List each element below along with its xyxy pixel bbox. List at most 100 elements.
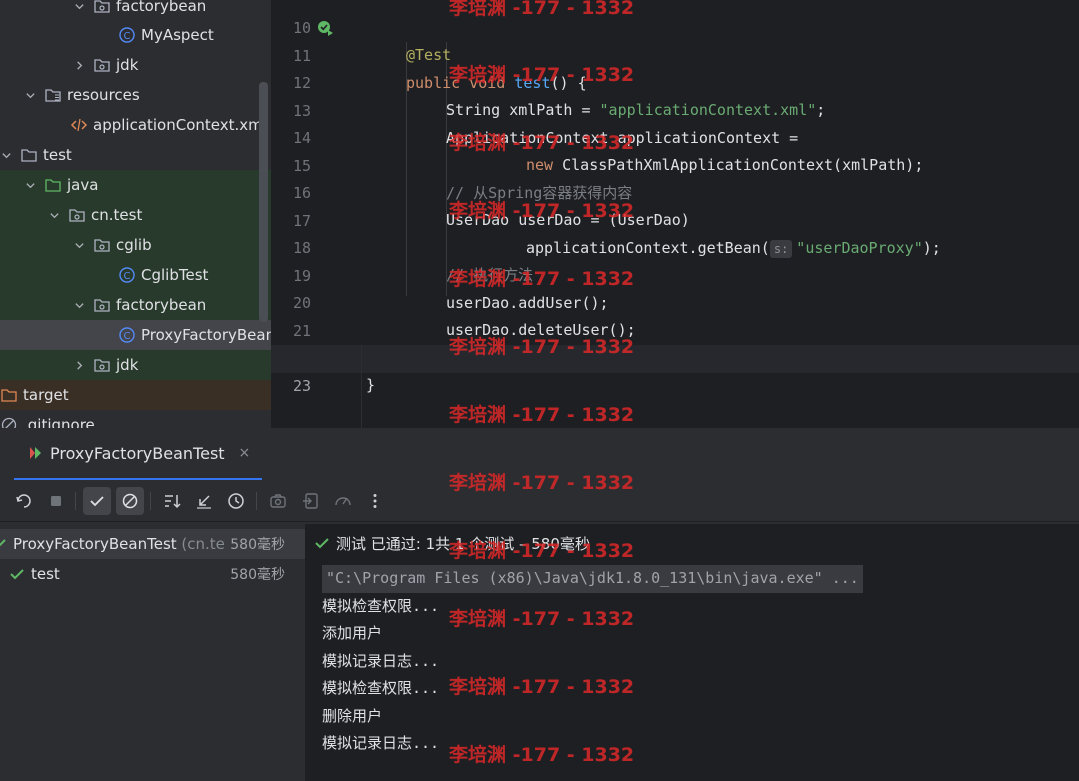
tab-label: ProxyFactoryBeanTest xyxy=(50,443,225,463)
chevron-right-icon[interactable] xyxy=(73,59,85,71)
chevron-down-icon[interactable] xyxy=(73,239,85,251)
console-line: 模拟记录日志... xyxy=(322,734,440,752)
folder-icon xyxy=(0,386,18,404)
tree-scrollbar[interactable] xyxy=(259,82,268,322)
check-icon xyxy=(8,565,26,583)
code-line-13[interactable]: 13 ApplicationContext applicationContext… xyxy=(271,70,1079,148)
test-suite-package: (cn.te xyxy=(181,535,225,553)
chevron-right-icon[interactable] xyxy=(73,359,85,371)
rerun-failed-button[interactable] xyxy=(10,487,38,515)
tree-item-label: cn.test xyxy=(91,206,143,224)
package-folder-icon xyxy=(93,356,111,374)
coverage-gauge-icon[interactable] xyxy=(329,487,357,515)
tree-item-label: cglib xyxy=(116,236,152,254)
tree-item-jdk-test[interactable]: jdk xyxy=(0,350,271,380)
code-line-14[interactable]: 14 new ClassPathXmlApplicationContext(xm… xyxy=(271,97,1079,175)
package-folder-icon xyxy=(93,296,111,314)
show-ignored-toggle[interactable] xyxy=(116,487,144,515)
code-line-16[interactable]: 16 UserDao userDao = (UserDao) xyxy=(271,152,1079,230)
test-suite-row[interactable]: ProxyFactoryBeanTest (cn.te 580毫秒 xyxy=(0,529,305,559)
test-case-row[interactable]: test 580毫秒 xyxy=(0,559,305,589)
test-source-folder-icon xyxy=(44,176,62,194)
xml-file-icon xyxy=(70,116,88,134)
code-token: } xyxy=(366,376,376,394)
sort-icon[interactable] xyxy=(158,487,186,515)
code-line-10[interactable]: 10 @Test xyxy=(271,0,1079,65)
tree-item-cglibtest[interactable]: C CglibTest xyxy=(0,260,271,290)
run-tab-bar: ProxyFactoryBeanTest × xyxy=(0,428,1079,480)
code-line-19[interactable]: 19 userDao.addUser(); xyxy=(271,235,1079,313)
package-folder-icon xyxy=(93,56,111,74)
toolbar-separator xyxy=(256,492,257,510)
test-case-name: test xyxy=(31,565,60,583)
code-line-20[interactable]: 20 userDao.deleteUser(); xyxy=(271,262,1079,340)
tree-item-factorybean-test[interactable]: factorybean xyxy=(0,290,271,320)
console-line: 添加用户 xyxy=(322,624,383,642)
console-line: 模拟记录日志... xyxy=(322,652,440,670)
tree-item-java[interactable]: java xyxy=(0,170,271,200)
check-icon xyxy=(313,534,331,552)
chevron-down-icon[interactable] xyxy=(48,209,60,221)
tree-item-cglib[interactable]: cglib xyxy=(0,230,271,260)
tree-item-label: applicationContext.xml xyxy=(93,116,267,134)
tree-item-myaspect[interactable]: C MyAspect xyxy=(0,20,271,50)
class-icon: C xyxy=(118,26,136,44)
tree-item-label: factorybean xyxy=(116,296,207,314)
test-suite-name: ProxyFactoryBeanTest xyxy=(13,535,177,553)
svg-text:C: C xyxy=(124,31,131,42)
check-icon xyxy=(0,535,8,553)
code-line-22[interactable]: 22 } xyxy=(271,317,1079,395)
chevron-down-icon[interactable] xyxy=(73,0,85,12)
import-tests-icon[interactable] xyxy=(297,487,325,515)
code-editor[interactable]: 10 @Test 11 public void test() { 12 Stri… xyxy=(271,0,1079,428)
test-results-tree: ProxyFactoryBeanTest (cn.te 580毫秒 test 5… xyxy=(0,524,305,781)
run-toolbar xyxy=(0,484,1079,520)
console-output[interactable]: 测试 已通过: 1共 1 个测试 – 580毫秒 "C:\Program Fil… xyxy=(305,524,1079,781)
show-passed-toggle[interactable] xyxy=(83,487,111,515)
tree-item-resources[interactable]: resources xyxy=(0,80,271,110)
code-line-15[interactable]: 15 // 从Spring容器获得内容 xyxy=(271,125,1079,203)
screenshot-icon[interactable] xyxy=(264,487,292,515)
code-line-18[interactable]: 18 // 执行方法 xyxy=(271,207,1079,285)
tree-item-gitignore[interactable]: .gitignore xyxy=(0,410,271,428)
code-line-12[interactable]: 12 String xmlPath = "applicationContext.… xyxy=(271,42,1079,120)
tree-item-label: jdk xyxy=(116,356,139,374)
code-line-17[interactable]: 17 applicationContext.getBean(s: "userDao… xyxy=(271,180,1079,258)
tree-item-label: CglibTest xyxy=(141,266,209,284)
tree-item-label: factorybean xyxy=(116,0,207,15)
tree-item-test-folder[interactable]: test xyxy=(0,140,271,170)
test-run-icon xyxy=(26,444,44,462)
test-case-time: 580毫秒 xyxy=(230,567,285,583)
tree-item-cn-test[interactable]: cn.test xyxy=(0,200,271,230)
gutter-separator xyxy=(361,345,362,428)
code-line-21[interactable]: 21 } xyxy=(271,290,1079,368)
collapse-all-icon[interactable] xyxy=(190,487,218,515)
code-line-23[interactable]: 23 xyxy=(271,345,1079,395)
history-icon[interactable] xyxy=(222,487,250,515)
chevron-down-icon[interactable] xyxy=(24,179,36,191)
tab-proxyfactorybeantest[interactable]: ProxyFactoryBeanTest × xyxy=(14,428,263,480)
tree-item-target[interactable]: target xyxy=(0,380,271,410)
tree-item-jdk-main[interactable]: jdk xyxy=(0,50,271,80)
tree-item-label: java xyxy=(67,176,99,194)
test-suite-time: 580毫秒 xyxy=(230,537,285,553)
more-options-icon[interactable] xyxy=(361,487,389,515)
package-folder-icon xyxy=(93,236,111,254)
svg-text:C: C xyxy=(124,271,131,282)
close-icon[interactable]: × xyxy=(239,445,251,461)
chevron-down-icon[interactable] xyxy=(73,299,85,311)
code-line-11[interactable]: 11 public void test() { xyxy=(271,15,1079,93)
chevron-down-icon[interactable] xyxy=(24,89,36,101)
tree-item-label: resources xyxy=(67,86,140,104)
tree-item-label: jdk xyxy=(116,56,139,74)
stop-button[interactable] xyxy=(42,487,70,515)
class-icon: C xyxy=(118,266,136,284)
run-test-icon[interactable] xyxy=(316,19,334,37)
console-line: 模拟检查权限... xyxy=(322,679,440,697)
console-command-line[interactable]: "C:\Program Files (x86)\Java\jdk1.8.0_13… xyxy=(322,565,863,593)
tree-item-factorybean-main[interactable]: factorybean xyxy=(0,0,271,21)
tree-item-proxyfactorybeantest[interactable]: C ProxyFactoryBeanTest xyxy=(0,320,271,350)
run-tool-window: ProxyFactoryBeanTest × ProxyFactoryBeanT… xyxy=(0,428,1079,781)
chevron-down-icon[interactable] xyxy=(0,149,12,161)
tree-item-applicationcontext-xml[interactable]: applicationContext.xml xyxy=(0,110,271,140)
